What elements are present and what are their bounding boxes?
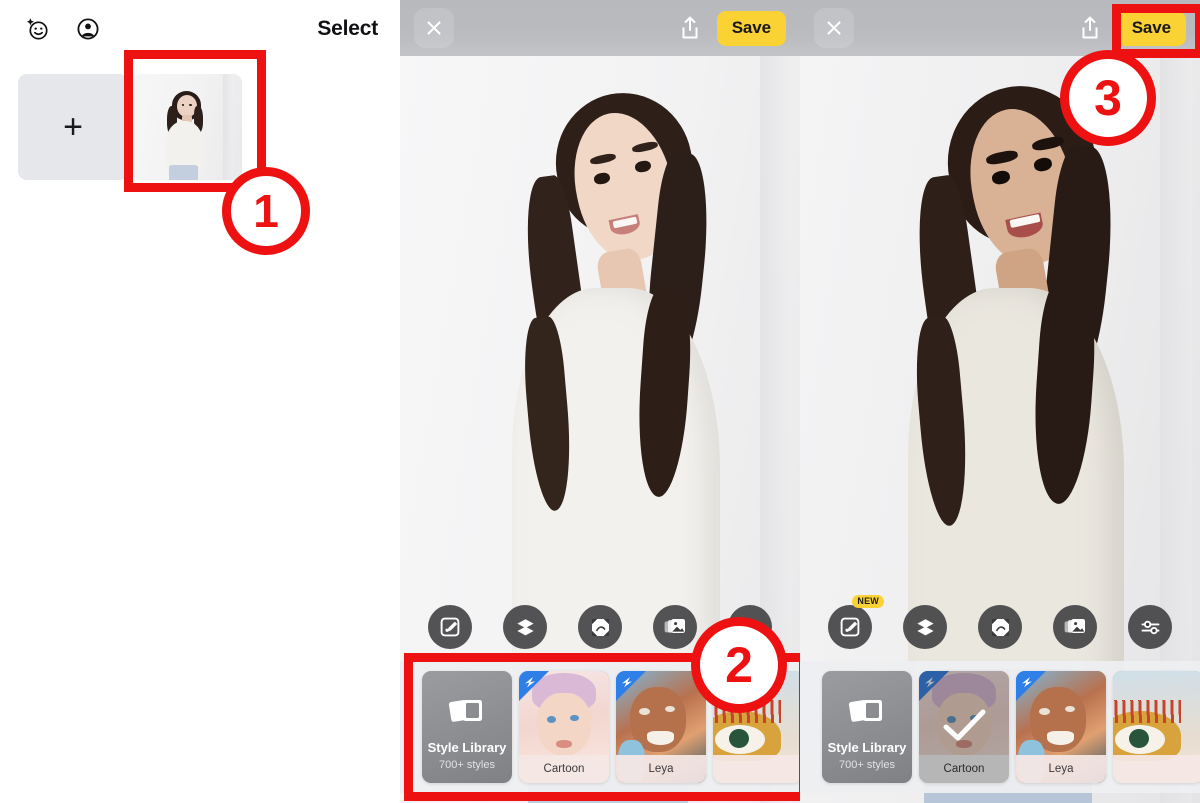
selected-check-icon — [919, 671, 1009, 783]
style-card-cartoon[interactable]: Cartoon — [919, 671, 1009, 783]
share-icon[interactable] — [673, 9, 707, 47]
photo-thumbnail[interactable] — [132, 74, 242, 180]
adjust-tool[interactable] — [728, 605, 772, 649]
new-badge: NEW — [852, 595, 884, 608]
portrait-image — [132, 74, 242, 180]
style-card-leya[interactable]: Leya — [616, 671, 706, 783]
expand-tool[interactable] — [578, 605, 622, 649]
spark-icon — [1020, 675, 1034, 694]
style-card-label: Leya — [616, 755, 706, 783]
select-button[interactable]: Select — [317, 17, 378, 41]
style-library-card[interactable]: Style Library 700+ styles — [822, 671, 912, 783]
retouch-brush-tool[interactable] — [428, 605, 472, 649]
tutorial-screenshot-strip: Select + 1 Save Style Library 700+ style… — [0, 0, 1200, 803]
style-library-title: Style Library — [427, 739, 507, 755]
plus-icon: + — [63, 108, 83, 146]
gallery-header: Select — [0, 0, 400, 58]
close-icon[interactable] — [814, 8, 854, 48]
style-strip[interactable]: Style Library 700+ styles Cartoon Leya — [400, 661, 800, 793]
style-card-label: Cartoon — [519, 755, 609, 783]
save-button[interactable]: Save — [1116, 10, 1186, 46]
style-card-label — [713, 755, 800, 783]
spark-icon — [620, 675, 634, 694]
layers-tool[interactable] — [503, 605, 547, 649]
style-card-partial[interactable] — [1113, 671, 1200, 783]
style-card-partial[interactable] — [713, 671, 800, 783]
photo-gallery-screen: Select + 1 — [0, 0, 400, 803]
share-icon[interactable] — [1073, 9, 1107, 47]
editor-tool-row — [400, 599, 800, 655]
style-library-card[interactable]: Style Library 700+ styles — [422, 671, 512, 783]
expand-tool[interactable] — [978, 605, 1022, 649]
style-strip[interactable]: Style Library 700+ styles Cartoon Leya — [800, 661, 1200, 793]
photos-tool[interactable] — [1053, 605, 1097, 649]
add-photo-button[interactable]: + — [18, 74, 128, 180]
layers-tool[interactable] — [903, 605, 947, 649]
photo-grid: + — [18, 74, 242, 180]
style-library-subtitle: 700+ styles — [839, 759, 895, 771]
style-library-icon — [848, 696, 886, 731]
style-card-leya[interactable]: Leya — [1016, 671, 1106, 783]
wall-edge — [223, 74, 234, 180]
eye-right — [189, 103, 192, 106]
sweater — [166, 120, 204, 168]
jeans — [169, 165, 198, 180]
editor-tool-row: NEW — [800, 595, 1200, 655]
editor-topbar: Save — [400, 0, 800, 56]
ai-smiley-icon[interactable] — [22, 13, 54, 45]
style-library-title: Style Library — [827, 739, 907, 755]
eye-left — [181, 103, 185, 106]
style-library-subtitle: 700+ styles — [439, 759, 495, 771]
close-icon[interactable] — [414, 8, 454, 48]
editor-original-screen: Save Style Library 700+ styles Cartoon L… — [400, 0, 800, 803]
save-button[interactable]: Save — [716, 10, 786, 46]
editor-topbar: Save — [800, 0, 1200, 56]
retouch-brush-tool[interactable]: NEW — [828, 595, 884, 649]
annotation-step-1: 1 — [222, 167, 310, 255]
editor-styled-screen: Save NEW Style Library 700+ styles Carto… — [800, 0, 1200, 803]
photos-tool[interactable] — [653, 605, 697, 649]
adjust-tool[interactable] — [1128, 605, 1172, 649]
style-library-icon — [448, 696, 486, 731]
account-circle-icon[interactable] — [72, 13, 104, 45]
style-card-cartoon[interactable]: Cartoon — [519, 671, 609, 783]
spark-icon — [523, 675, 537, 694]
style-card-label: Leya — [1016, 755, 1106, 783]
style-card-label — [1113, 755, 1200, 783]
